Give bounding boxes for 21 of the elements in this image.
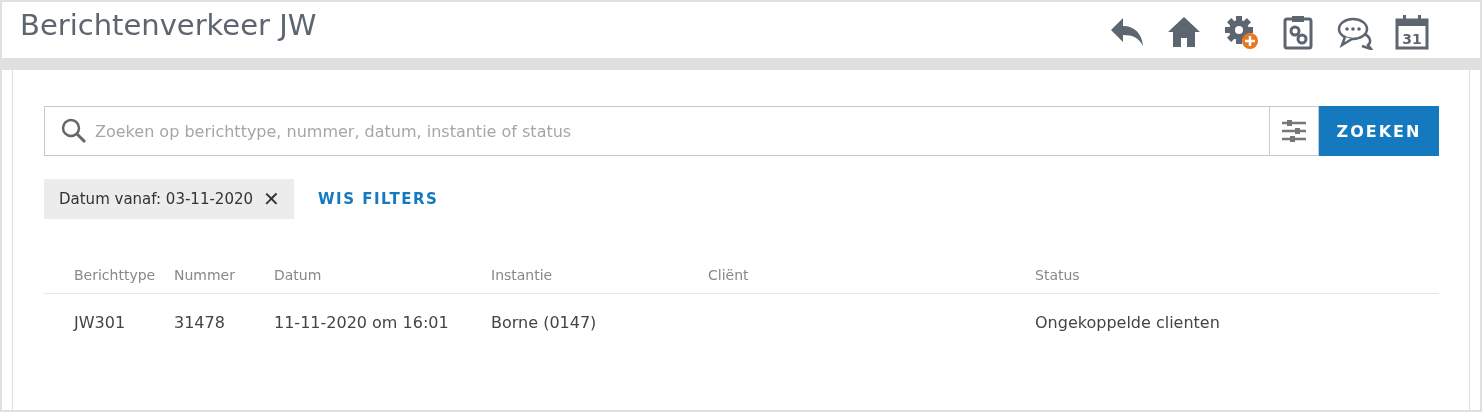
column-header: Berichttype bbox=[74, 267, 157, 283]
column-header: Datum bbox=[274, 267, 323, 283]
page-title: Berichtenverkeer JW bbox=[20, 8, 317, 42]
gear-plus-icon[interactable] bbox=[1223, 14, 1259, 50]
column-header: Status bbox=[1035, 267, 1081, 283]
filter-label: Datum vanaf: 03-11-2020 bbox=[59, 190, 254, 208]
search-bar[interactable]: Zoeken op berichttype, nummer, datum, instantie of status bbox=[44, 106, 1269, 156]
filter-settings-icon[interactable] bbox=[1281, 118, 1307, 144]
clear-filters-link[interactable]: WIS FILTERS bbox=[318, 190, 439, 208]
table-cell-text: 11-11-2020 om 16:01 bbox=[274, 312, 450, 332]
home-icon[interactable] bbox=[1166, 14, 1202, 50]
table-cell-text: 31478 bbox=[174, 312, 226, 332]
search-icon bbox=[61, 118, 87, 144]
column-header: Cliënt bbox=[708, 267, 750, 283]
column-header: Instantie bbox=[491, 267, 554, 283]
table-cell-text: Ongekoppelde clienten bbox=[1035, 312, 1221, 332]
remove-filter-button[interactable]: ✕ bbox=[263, 187, 281, 211]
column-header: Nummer bbox=[174, 267, 236, 283]
table-cell-text: JW301 bbox=[74, 312, 127, 332]
search-button[interactable]: ZOEKEN bbox=[1319, 106, 1439, 156]
table-cell-text: Borne (0147) bbox=[491, 312, 598, 332]
